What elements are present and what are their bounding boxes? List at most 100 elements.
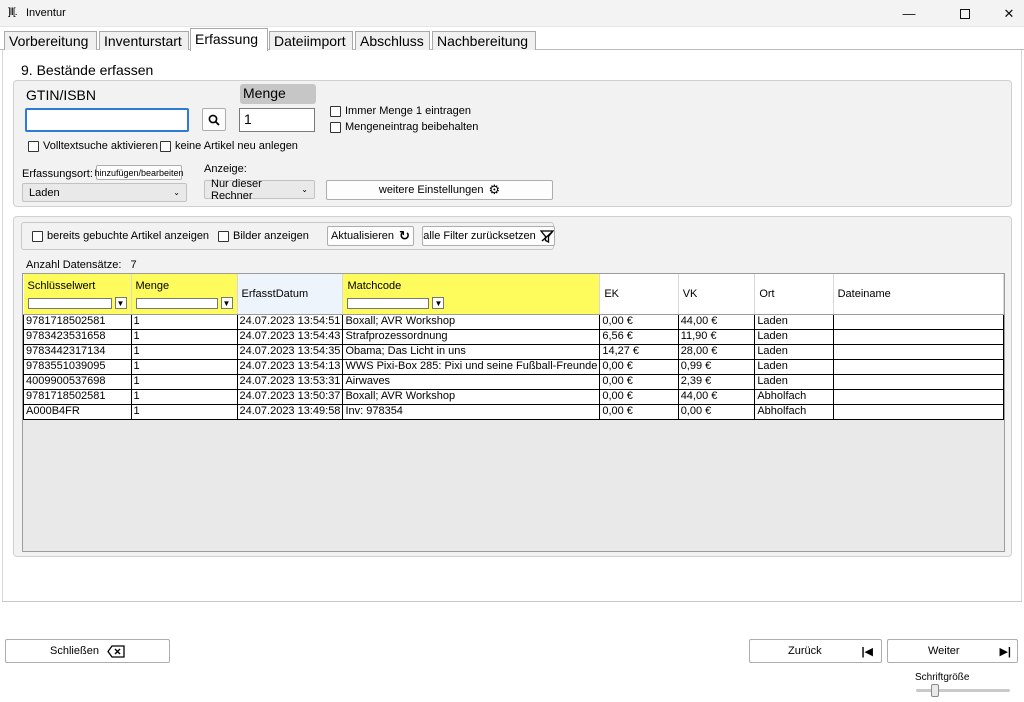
checkbox-box <box>32 230 43 242</box>
tab-abschluss[interactable]: Abschluss <box>355 31 430 50</box>
menge-input[interactable]: 1 <box>239 108 315 132</box>
gebuchte-checkbox[interactable]: bereits gebuchte Artikel anzeigen <box>32 230 209 242</box>
erfassungsort-select[interactable]: Laden ⌄ <box>22 183 187 202</box>
tab-nachbereitung[interactable]: Nachbereitung <box>432 31 536 50</box>
cell-schluesselwert: 4009900537698 <box>23 373 132 390</box>
checkbox-box <box>160 140 171 152</box>
table-row[interactable]: 9783551039095 1 24.07.2023 13:54:13 WWS Pix… <box>23 358 1005 375</box>
column-header-label: Matchcode <box>347 280 402 292</box>
table-row[interactable]: A000B4FR 1 24.07.2023 13:49:58 Inv: 978354 0… <box>23 403 1005 420</box>
filter-input[interactable] <box>27 297 112 309</box>
tab-content: 9. Bestände erfassen GTIN/ISBN Menge 1 I… <box>2 50 1022 602</box>
cell-menge: 1 <box>130 328 238 345</box>
search-icon <box>208 114 220 126</box>
anzeige-label: Anzeige: <box>204 163 247 175</box>
mengeneintrag-checkbox[interactable]: Mengeneintrag beibehalten <box>330 121 478 133</box>
table-row[interactable]: 9783423531658 1 24.07.2023 13:54:43 Strafpr… <box>23 328 1005 345</box>
filter-icon[interactable]: ▼ <box>432 297 445 309</box>
cell-schluesselwert: 9783442317134 <box>23 343 132 360</box>
column-header-ek[interactable]: EK <box>599 274 679 315</box>
weiter-button[interactable]: Weiter ▶| <box>887 639 1018 663</box>
checkbox-box <box>28 140 39 152</box>
keine-artikel-checkbox[interactable]: keine Artikel neu anlegen <box>160 140 298 152</box>
table-row[interactable]: 4009900537698 1 24.07.2023 13:53:31 Airwave… <box>23 373 1005 390</box>
checkbox-label: bereits gebuchte Artikel anzeigen <box>47 230 210 242</box>
cell-dateiname <box>832 358 1005 375</box>
tab-inventurstart[interactable]: Inventurstart <box>99 31 189 50</box>
tab-erfassung[interactable]: Erfassung <box>190 28 268 51</box>
close-window-button[interactable]: ✕ <box>986 0 1024 27</box>
font-size-slider-thumb[interactable] <box>931 684 939 697</box>
filter-toolbar: bereits gebuchte Artikel anzeigen Bilder… <box>21 222 555 250</box>
hinzufuegen-button[interactable]: hinzufügen/bearbeiten <box>94 165 184 180</box>
cell-schluesselwert: 9783423531658 <box>23 328 132 345</box>
column-header-vk[interactable]: VK <box>678 274 756 315</box>
cell-datum: 24.07.2023 13:50:37 <box>236 388 344 405</box>
column-header-matchcode[interactable]: Matchcode ▼ <box>342 274 601 315</box>
skip-back-icon: |◀ <box>861 645 873 658</box>
gtin-input[interactable] <box>25 108 189 132</box>
skip-forward-icon: ▶| <box>999 645 1011 658</box>
filter-icon[interactable]: ▼ <box>220 297 233 309</box>
zurueck-button[interactable]: Zurück |◀ <box>749 639 882 663</box>
minimize-button[interactable]: — <box>886 0 932 27</box>
filter-icon[interactable]: ▼ <box>114 297 127 309</box>
barcode-icon: ]‖[. <box>8 7 18 18</box>
erfassungsort-label: Erfassungsort: <box>22 168 93 180</box>
column-header-label: Ort <box>759 288 775 300</box>
anzeige-select[interactable]: Nur dieser Rechner ⌄ <box>204 177 315 202</box>
checkbox-label: Volltextsuche aktivieren <box>43 140 158 152</box>
chevron-down-icon: ⌄ <box>173 188 180 197</box>
gear-icon: ⚙ <box>488 182 501 197</box>
cell-ek: 14,27 € <box>599 343 679 360</box>
table-row[interactable]: 9783442317134 1 24.07.2023 13:54:35 Obama; … <box>23 343 1005 360</box>
cell-ek: 0,00 € <box>599 403 679 420</box>
maximize-button[interactable] <box>942 0 988 27</box>
bilder-checkbox[interactable]: Bilder anzeigen <box>218 230 309 242</box>
cell-matchcode: Boxall; AVR Workshop <box>342 313 601 330</box>
cell-datum: 24.07.2023 13:49:58 <box>236 403 344 420</box>
cell-dateiname <box>832 328 1005 345</box>
filter-input[interactable] <box>135 297 218 309</box>
select-value: Nur dieser Rechner <box>211 177 262 202</box>
tab-dateiimport[interactable]: Dateiimport <box>269 31 353 50</box>
search-button[interactable] <box>202 108 226 131</box>
button-label: Zurück <box>788 645 822 657</box>
cell-menge: 1 <box>130 388 238 405</box>
reset-filters-button[interactable]: alle Filter zurücksetzen <box>422 226 555 246</box>
table-row[interactable]: 9781718502581 1 24.07.2023 13:54:51 Boxall;… <box>23 313 1005 330</box>
tab-strip: Vorbereitung Inventurstart Erfassung Dat… <box>0 28 1024 51</box>
select-value: Laden <box>29 186 60 199</box>
column-header-erfasstdatum[interactable]: ErfasstDatum <box>237 274 344 315</box>
cell-schluesselwert: 9781718502581 <box>23 388 132 405</box>
cell-datum: 24.07.2023 13:54:51 <box>236 313 344 330</box>
weitere-einstellungen-button[interactable]: weitere Einstellungen ⚙ <box>326 180 553 200</box>
cell-ort: Laden <box>754 313 834 330</box>
schliessen-button[interactable]: Schließen <box>5 639 170 663</box>
aktualisieren-button[interactable]: Aktualisieren ↻ <box>327 226 414 246</box>
column-header-dateiname[interactable]: Dateiname <box>833 274 1005 315</box>
cell-dateiname <box>832 343 1005 360</box>
cell-matchcode: Obama; Das Licht in uns <box>342 343 601 360</box>
column-header-menge[interactable]: Menge ▼ <box>131 274 238 315</box>
record-count: Anzahl Datensätze: 7 <box>26 259 137 271</box>
cell-ort: Laden <box>754 358 834 375</box>
cell-matchcode: WWS Pixi-Box 285: Pixi und seine Fußball… <box>342 358 601 375</box>
cell-menge: 1 <box>130 358 238 375</box>
table-row[interactable]: 9781718502581 1 24.07.2023 13:50:37 Boxall;… <box>23 388 1005 405</box>
title-bar: ]‖[. Inventur — ✕ <box>0 0 1024 27</box>
cell-ek: 6,56 € <box>599 328 679 345</box>
column-header-schluesselwert[interactable]: Schlüsselwert ▼ <box>23 274 132 315</box>
column-header-label: ErfasstDatum <box>241 288 309 300</box>
cell-vk: 0,00 € <box>677 403 756 420</box>
records-table[interactable]: Schlüsselwert ▼ Menge ▼ ErfasstDatum Mat… <box>22 273 1005 552</box>
tab-vorbereitung[interactable]: Vorbereitung <box>4 31 97 50</box>
volltext-checkbox[interactable]: Volltextsuche aktivieren <box>28 140 158 152</box>
filter-input[interactable] <box>347 297 430 309</box>
immer-menge-checkbox[interactable]: Immer Menge 1 eintragen <box>330 105 471 117</box>
cell-vk: 28,00 € <box>677 343 756 360</box>
button-label: Weiter <box>928 645 960 657</box>
column-header-ort[interactable]: Ort <box>754 274 834 315</box>
menge-label: Menge <box>240 84 316 104</box>
cell-ort: Abholfach <box>754 388 834 405</box>
